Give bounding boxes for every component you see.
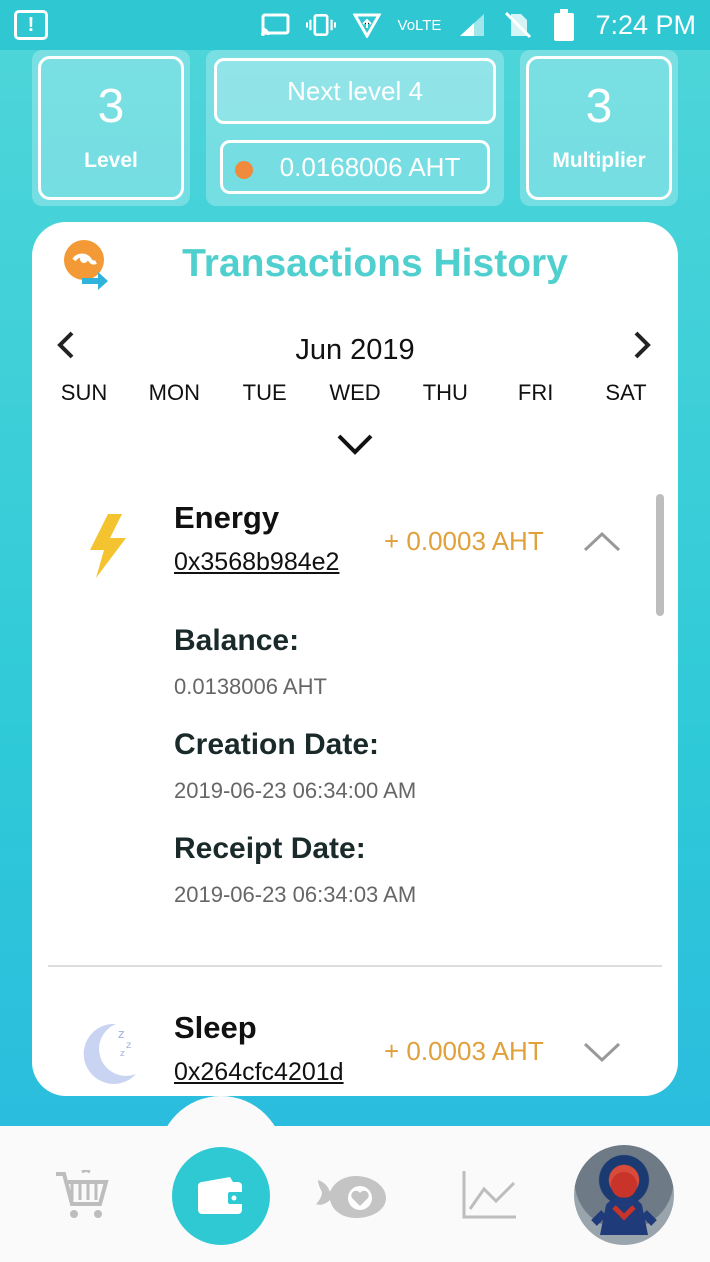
- battery-icon: [549, 9, 579, 41]
- nav-chart-icon[interactable]: [460, 1168, 518, 1222]
- transaction-item[interactable]: Energy 0x3568b984e2 + 0.0003 AHT Balance…: [32, 500, 678, 940]
- balance-pill: 0.0168006 AHT: [220, 140, 490, 194]
- nav-whale-heart-icon[interactable]: [314, 1168, 390, 1224]
- weekday-row: SUN MON TUE WED THU FRI SAT: [32, 380, 678, 406]
- weekday-mon[interactable]: MON: [144, 380, 204, 406]
- nav-profile-avatar[interactable]: [574, 1145, 674, 1245]
- scrollbar-thumb[interactable]: [656, 494, 664, 616]
- nav-wallet-button[interactable]: [172, 1147, 270, 1245]
- transaction-amount: + 0.0003 AHT: [384, 1036, 544, 1066]
- transaction-hash-link[interactable]: 0x3568b984e2: [174, 548, 339, 577]
- expand-calendar-chevron-icon[interactable]: [336, 432, 374, 456]
- month-selector: Jun 2019: [32, 308, 678, 380]
- nav-shop-cart-icon[interactable]: [54, 1168, 110, 1224]
- energy-bolt-icon: [82, 512, 138, 580]
- weekday-sun[interactable]: SUN: [54, 380, 114, 406]
- cast-icon: [260, 12, 290, 38]
- next-level-label: Next level 4: [287, 75, 423, 106]
- aht-coin-icon: [235, 161, 253, 179]
- svg-text:z: z: [126, 1040, 131, 1051]
- level-value: 3: [97, 80, 125, 133]
- receipt-date-value: 2019-06-23 06:34:03 AM: [174, 882, 417, 907]
- transaction-item[interactable]: zzz Sleep 0x264cfc4201d + 0.0003 AHT: [32, 1010, 678, 1096]
- svg-text:z: z: [118, 1027, 124, 1041]
- status-time: 7:24 PM: [595, 9, 696, 40]
- balance-label: Balance:: [174, 624, 300, 657]
- receipt-date-label: Receipt Date:: [174, 832, 366, 865]
- divider: [48, 965, 662, 967]
- expand-chevron-icon[interactable]: [582, 1040, 622, 1064]
- spiderman-avatar-icon: [591, 1172, 657, 1235]
- wallet-icon: [198, 1177, 244, 1214]
- transaction-name: Energy: [174, 500, 280, 535]
- page-title: Transactions History: [182, 242, 568, 285]
- level-label: Level: [84, 149, 138, 172]
- level-card: 3 Level: [32, 50, 190, 206]
- collapse-chevron-icon[interactable]: [582, 530, 622, 554]
- weekday-tue[interactable]: TUE: [235, 380, 295, 406]
- next-level-card: Next level 4 0.0168006 AHT: [206, 50, 504, 206]
- creation-date-value: 2019-06-23 06:34:00 AM: [174, 778, 417, 803]
- svg-text:z: z: [120, 1049, 125, 1059]
- weekday-fri[interactable]: FRI: [506, 380, 566, 406]
- weekday-wed[interactable]: WED: [325, 380, 385, 406]
- balance-value: 0.0138006 AHT: [174, 674, 327, 699]
- sleep-moon-icon: zzz: [82, 1016, 138, 1084]
- no-sim-icon: [503, 11, 533, 39]
- notification-alert-icon: !: [14, 10, 48, 40]
- weekday-thu[interactable]: THU: [415, 380, 475, 406]
- transaction-details: Balance: 0.0138006 AHT Creation Date: 20…: [174, 624, 416, 936]
- multiplier-value: 3: [585, 80, 613, 133]
- weekday-sat[interactable]: SAT: [596, 380, 656, 406]
- transaction-hash-link[interactable]: 0x264cfc4201d: [174, 1058, 344, 1087]
- transactions-card: Transactions History Jun 2019 SUN MON TU…: [32, 222, 678, 1096]
- creation-date-label: Creation Date:: [174, 728, 380, 761]
- status-bar: ! VoLTE 7:24 PM: [0, 0, 710, 50]
- next-month-button[interactable]: [626, 330, 656, 360]
- data-signal-icon: [352, 12, 382, 38]
- next-level-pill: Next level 4: [214, 58, 496, 124]
- multiplier-label: Multiplier: [552, 149, 646, 172]
- vibrate-icon: [305, 12, 336, 38]
- volte-label: VoLTE: [397, 16, 442, 34]
- transaction-name: Sleep: [174, 1010, 257, 1045]
- transaction-amount: + 0.0003 AHT: [384, 526, 544, 556]
- stats-header: 3 Level Next level 4 0.0168006 AHT 3 Mul…: [0, 48, 710, 210]
- balance-value: 0.0168006 AHT: [279, 151, 461, 182]
- signal-strength-icon: [457, 12, 487, 38]
- month-label: Jun 2019: [295, 334, 415, 366]
- multiplier-card: 3 Multiplier: [520, 50, 678, 206]
